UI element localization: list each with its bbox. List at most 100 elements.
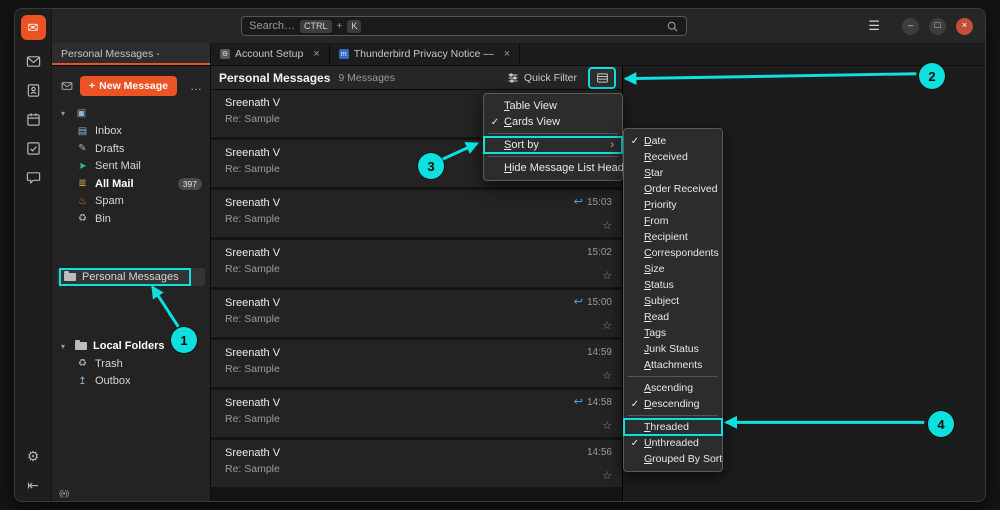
folder-row[interactable]: ✎ Drafts (52, 140, 210, 158)
collapse-spaces-icon[interactable]: ⇤ (25, 477, 41, 493)
thunderbird-logo-icon[interactable]: ✉ (21, 15, 46, 40)
tab-personal-messages[interactable]: Personal Messages - (52, 43, 211, 65)
ctrl-key-badge: CTRL (300, 20, 332, 33)
folder-row[interactable]: ➤ Sent Mail (52, 158, 210, 176)
new-message-button[interactable]: + New Message (80, 76, 177, 96)
message-count: 9 Messages (338, 72, 395, 84)
menu-item[interactable]: ✓ Attachments (624, 357, 722, 373)
check-icon: ✓ (489, 116, 501, 129)
account-icon: ▣ (75, 108, 88, 119)
menu-item[interactable]: ✓ From (624, 213, 722, 229)
menu-item[interactable]: ✓ Priority (624, 197, 722, 213)
menu-item[interactable]: ✓ Ascending (624, 380, 722, 396)
menu-item[interactable]: ✓ Recipient (624, 229, 722, 245)
star-icon[interactable]: ☆ (602, 471, 612, 482)
menu-item[interactable]: ✓ Status (624, 277, 722, 293)
calendar-icon[interactable] (25, 111, 41, 127)
personal-messages-folder-row[interactable]: Personal Messages (57, 268, 205, 286)
message-subject: Re: Sample (225, 463, 612, 475)
folder-type-icon: ➤ (76, 161, 89, 172)
star-icon[interactable]: ☆ (602, 421, 612, 432)
star-icon[interactable]: ☆ (602, 371, 612, 382)
menu-item-label: Correspondents (644, 247, 719, 260)
folder-row[interactable]: ♻ Trash (52, 355, 210, 373)
menu-item[interactable]: ✓ Threaded (624, 419, 722, 435)
menu-item[interactable]: ✓ Order Received (624, 181, 722, 197)
folder-row[interactable]: ↥ Outbox (52, 373, 210, 391)
menu-item[interactable]: ✓ Grouped By Sort (624, 451, 722, 467)
chevron-down-icon[interactable]: ▾ (61, 109, 69, 118)
message-sender: Sreenath V (225, 247, 612, 259)
message-time: 14:56 (587, 447, 612, 458)
star-icon[interactable]: ☆ (602, 221, 612, 232)
message-sender: Sreenath V (225, 397, 612, 409)
folder-row[interactable]: ≣ All Mail 397 (52, 175, 210, 193)
menu-item-label: Recipient (644, 231, 688, 244)
menu-item-label: From (644, 215, 669, 228)
compose-row: + New Message … (52, 72, 210, 105)
menu-item[interactable]: ✓ Received (624, 149, 722, 165)
folder-type-icon: ≣ (76, 178, 89, 189)
menu-item-label: Star (644, 167, 663, 180)
message-meta: ↩ 14:58 (574, 397, 612, 408)
menu-item[interactable]: ✓ Hide Message List Header › (484, 160, 622, 176)
chat-icon[interactable] (25, 169, 41, 185)
menu-item-label: Unthreaded (644, 437, 699, 450)
tab-privacy-notice[interactable]: m Thunderbird Privacy Notice — × (330, 43, 521, 65)
folder-label: Sent Mail (95, 160, 141, 172)
global-search-input[interactable]: Search… CTRL + K (241, 16, 687, 36)
tab-account-setup[interactable]: ⚙ Account Setup × (211, 43, 330, 65)
replied-icon: ↩ (574, 297, 583, 308)
menu-item[interactable]: ✓ Cards View › (484, 114, 622, 130)
tab-close-icon[interactable]: × (504, 48, 510, 60)
folder-type-icon: ♻ (76, 358, 89, 369)
menu-item[interactable]: ✓ Date (624, 133, 722, 149)
message-sender: Sreenath V (225, 297, 612, 309)
menu-item[interactable]: ✓ Size (624, 261, 722, 277)
menu-item[interactable]: ✓ Read (624, 309, 722, 325)
message-card[interactable]: Sreenath V Re: Sample ↩ 15:00 ☆ (211, 290, 622, 337)
settings-gear-icon[interactable]: ⚙ (25, 448, 41, 464)
menu-item-label: Tags (644, 327, 666, 340)
menu-item[interactable]: ✓ Table View › (484, 98, 622, 114)
account-row[interactable]: ▾ ▣ (52, 105, 210, 123)
message-card[interactable]: Sreenath V Re: Sample ↩ 15:02 ☆ (211, 240, 622, 287)
menu-item[interactable]: ✓ Subject (624, 293, 722, 309)
minimize-button[interactable]: – (902, 18, 919, 35)
star-icon[interactable]: ☆ (602, 271, 612, 282)
mail-filter-icon[interactable] (61, 80, 73, 92)
more-options-icon[interactable]: … (190, 79, 202, 93)
menu-item[interactable]: ✓ Star (624, 165, 722, 181)
address-book-icon[interactable] (25, 82, 41, 98)
chevron-down-icon[interactable]: ▾ (61, 342, 69, 351)
folder-row[interactable]: ♨ Spam (52, 193, 210, 211)
app-menu-icon[interactable]: ☰ (868, 18, 880, 34)
message-subject: Re: Sample (225, 263, 612, 275)
menu-item[interactable]: ✓ Sort by › (484, 137, 622, 153)
sort-by-submenu: ✓ Date ✓ Received ✓ Star ✓ Order Receive… (623, 128, 723, 472)
message-card[interactable]: Sreenath V Re: Sample ↩ 14:59 ☆ (211, 340, 622, 387)
maximize-button[interactable]: □ (929, 18, 946, 35)
check-icon: ✓ (629, 398, 641, 411)
unified-toolbar: Search… CTRL + K ☰ – □ × (52, 9, 985, 43)
quick-filter-button[interactable]: Quick Filter (507, 72, 577, 84)
menu-item[interactable]: ✓ Correspondents (624, 245, 722, 261)
close-button[interactable]: × (956, 18, 973, 35)
menu-item[interactable]: ✓ Junk Status (624, 341, 722, 357)
message-card[interactable]: Sreenath V Re: Sample ↩ 15:03 ☆ (211, 190, 622, 237)
star-icon[interactable]: ☆ (602, 321, 612, 332)
tasks-icon[interactable] (25, 140, 41, 156)
folder-label: All Mail (95, 178, 134, 190)
message-list-display-options-icon[interactable] (590, 69, 614, 87)
menu-item[interactable]: ✓ Unthreaded (624, 435, 722, 451)
tab-close-icon[interactable]: × (313, 48, 319, 60)
menu-item[interactable]: ✓ Descending (624, 396, 722, 412)
menu-item[interactable]: ✓ Tags (624, 325, 722, 341)
folder-label: Local Folders (93, 340, 165, 352)
folder-row[interactable]: ♻ Bin (52, 210, 210, 228)
menu-item-label: Order Received (644, 183, 718, 196)
folder-row[interactable]: ▤ Inbox (52, 123, 210, 141)
message-card[interactable]: Sreenath V Re: Sample ↩ 14:58 ☆ (211, 390, 622, 437)
message-card[interactable]: Sreenath V Re: Sample ↩ 14:56 ☆ (211, 440, 622, 487)
mail-space-icon[interactable] (25, 53, 41, 69)
